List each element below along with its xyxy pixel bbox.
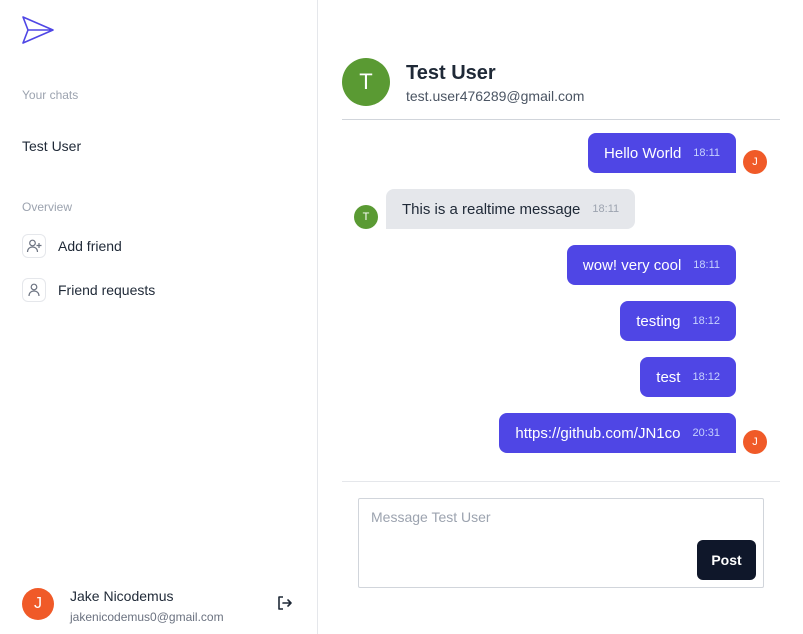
message-bubble: wow! very cool 18:11 [566, 245, 736, 285]
avatar: J [22, 588, 54, 620]
message-time: 18:11 [693, 259, 720, 271]
message-bubble: testing 18:12 [620, 301, 736, 341]
chat-partner-name: Test User [406, 62, 496, 84]
profile-name: Jake Nicodemus [70, 588, 174, 604]
sidebar: Your chats Test User Overview Add friend… [0, 0, 318, 634]
message-text: wow! very cool [582, 256, 682, 274]
nav-item-add-friend[interactable]: Add friend [22, 234, 122, 258]
avatar: T [354, 205, 378, 229]
message-bubble: test 18:12 [640, 357, 736, 397]
user-icon [22, 278, 46, 302]
message-row: test 18:12 [342, 357, 780, 397]
overview-label: Overview [22, 200, 73, 214]
user-profile: J Jake Nicodemus jakenicodemus0@gmail.co… [22, 586, 302, 626]
message-time: 18:12 [692, 315, 720, 327]
message-time: 18:12 [692, 371, 720, 383]
avatar: J [743, 430, 767, 454]
message-bubble: This is a realtime message 18:11 [386, 189, 636, 229]
paper-plane-icon[interactable] [21, 15, 55, 45]
message-list: Hello World 18:11 J T This is a realtime… [342, 120, 780, 482]
message-time: 18:11 [693, 147, 720, 159]
post-button[interactable]: Post [697, 540, 756, 580]
message-text: Hello World [604, 144, 682, 162]
partner-avatar: T [342, 58, 390, 106]
composer-divider [342, 481, 780, 482]
message-row: T This is a realtime message 18:11 [342, 189, 780, 229]
nav-label-add-friend: Add friend [58, 238, 122, 254]
message-time: 20:31 [692, 427, 720, 439]
message-text: testing [636, 312, 681, 330]
profile-email: jakenicodemus0@gmail.com [70, 610, 224, 624]
nav-label-friend-requests: Friend requests [58, 282, 156, 298]
message-row: https://github.com/JN1co 20:31 J [342, 413, 780, 454]
message-link[interactable]: https://github.com/JN1co [515, 425, 680, 442]
chat-header: T Test User test.user476289@gmail.com [342, 58, 780, 120]
logout-icon[interactable] [274, 592, 296, 614]
message-text: test [656, 368, 681, 386]
message-row: Hello World 18:11 J [342, 133, 780, 174]
avatar: J [743, 150, 767, 174]
chat-partner-email: test.user476289@gmail.com [406, 88, 585, 104]
message-row: wow! very cool 18:11 [342, 245, 780, 285]
chat-item-test-user[interactable]: Test User [22, 138, 81, 154]
add-user-icon [22, 234, 46, 258]
message-time: 18:11 [592, 203, 620, 215]
nav-item-friend-requests[interactable]: Friend requests [22, 278, 155, 302]
chat-main: T Test User test.user476289@gmail.com He… [319, 0, 803, 634]
message-bubble: https://github.com/JN1co 20:31 [499, 413, 736, 453]
your-chats-label: Your chats [22, 88, 79, 102]
message-text: This is a realtime message [402, 200, 581, 218]
message-row: testing 18:12 [342, 301, 780, 341]
message-composer: Post [358, 498, 764, 588]
message-bubble: Hello World 18:11 [588, 133, 736, 173]
